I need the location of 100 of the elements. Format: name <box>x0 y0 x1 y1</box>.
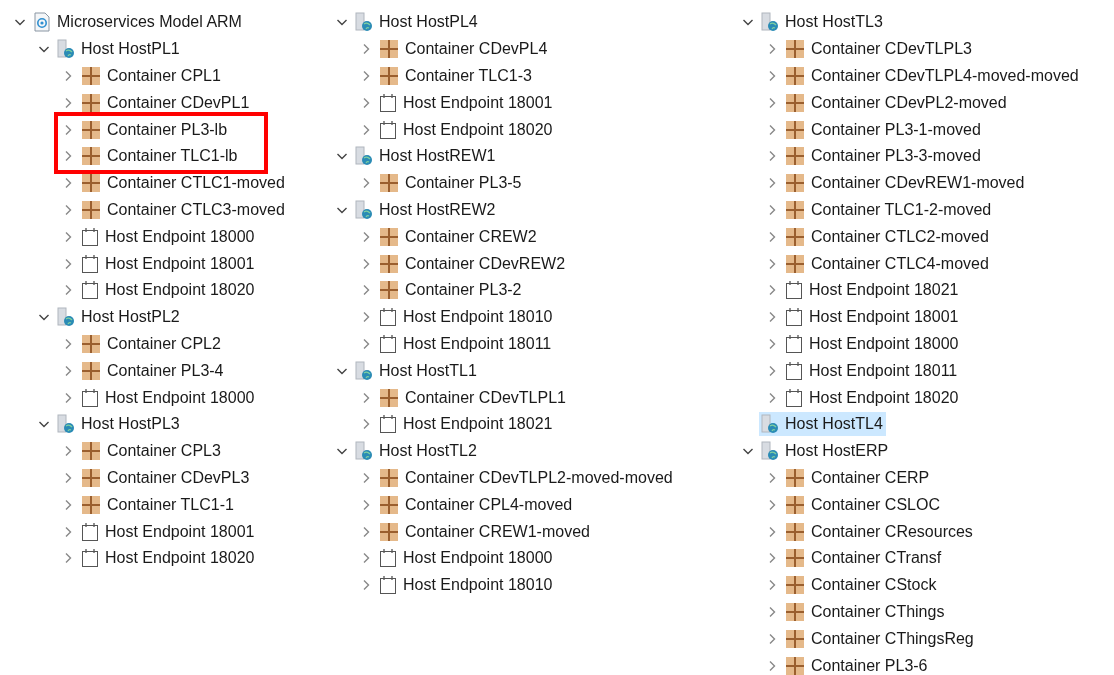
tree-item[interactable]: Host Endpoint 18010 <box>377 573 556 598</box>
tree-item[interactable]: Container CSLOC <box>783 492 943 517</box>
calendar-icon <box>81 387 99 408</box>
tree-item[interactable]: Host HostREW1 <box>353 144 499 169</box>
box-icon <box>785 39 805 60</box>
calendar-icon <box>379 414 397 435</box>
tree-item[interactable]: Host HostPL2 <box>55 305 183 330</box>
tree-item[interactable]: Container CDevTLPL2-moved-moved <box>377 465 676 490</box>
tree-item[interactable]: Container PL3-3-moved <box>783 144 984 169</box>
tree-item[interactable]: Container TLC1-2-moved <box>783 197 995 222</box>
tree-item[interactable]: Container CDevPL1 <box>79 90 253 115</box>
tree-item[interactable]: Container PL3-2 <box>377 278 525 303</box>
tree-item[interactable]: Host Endpoint 18001 <box>79 251 258 276</box>
box-icon <box>81 173 101 194</box>
tree-item[interactable]: Host Endpoint 18000 <box>79 224 258 249</box>
tree-item[interactable]: Container CTransf <box>783 546 945 571</box>
tree-item[interactable]: Container PL3-1-moved <box>783 117 984 142</box>
box-icon <box>379 387 399 408</box>
tree-item[interactable]: Container CTLC3-moved <box>79 197 288 222</box>
tree-item[interactable]: Container CDevTLPL3 <box>783 37 975 62</box>
calendar-icon <box>379 92 397 113</box>
tree-item[interactable]: Container CREW1-moved <box>377 519 593 544</box>
tree-item[interactable]: Host HostREW2 <box>353 197 499 222</box>
tree-item[interactable]: Container PL3-lb <box>79 117 231 142</box>
tree-item[interactable]: Container PL3-6 <box>783 653 931 675</box>
box-icon <box>785 521 805 542</box>
tree-item[interactable]: Host HostPL4 <box>353 10 481 35</box>
tree-item[interactable]: Microservices Model ARM <box>31 10 245 35</box>
tree-item[interactable]: Container CTLC2-moved <box>783 224 992 249</box>
tree-item[interactable]: Host HostTL4 <box>759 412 886 437</box>
box-icon <box>785 173 805 194</box>
tree-item[interactable]: Container CDevTLPL1 <box>377 385 569 410</box>
tree-item[interactable]: Host Endpoint 18020 <box>79 546 258 571</box>
tree-item[interactable]: Host Endpoint 18000 <box>79 385 258 410</box>
tree-item[interactable]: Container CDevTLPL4-moved-moved <box>783 64 1082 88</box>
tree-item[interactable]: Container CStock <box>783 573 940 598</box>
box-icon <box>785 92 805 113</box>
box-icon <box>379 66 399 86</box>
box-icon <box>785 253 805 274</box>
server-globe-icon <box>761 414 779 435</box>
calendar-icon <box>785 387 803 408</box>
calendar-icon <box>379 333 397 354</box>
tree-item[interactable]: Host Endpoint 18000 <box>377 546 556 571</box>
tree-item[interactable]: Container CDevPL3 <box>79 465 253 490</box>
tree-item[interactable]: Container CDevPL4 <box>377 37 551 62</box>
tree-item[interactable]: Host Endpoint 18010 <box>377 305 556 330</box>
tree-item[interactable]: Host HostPL1 <box>55 37 183 62</box>
tree-item[interactable]: Container TLC1-lb <box>79 144 241 169</box>
tree-item[interactable]: Host Endpoint 18001 <box>377 90 556 115</box>
tree-item[interactable]: Container CDevREW1-moved <box>783 171 1028 196</box>
calendar-icon <box>81 253 99 274</box>
tree-item[interactable]: Host HostPL3 <box>55 412 183 437</box>
tree-item[interactable]: Host Endpoint 18020 <box>377 117 556 142</box>
calendar-icon <box>379 119 397 140</box>
box-icon <box>81 119 101 140</box>
tree-item[interactable]: Host Endpoint 18021 <box>783 278 962 303</box>
tree-item[interactable]: Container TLC1-1 <box>79 492 237 517</box>
box-icon <box>785 494 805 515</box>
calendar-icon <box>379 307 397 328</box>
box-icon <box>379 521 399 542</box>
tree-item[interactable]: Container CERP <box>783 465 933 490</box>
box-icon <box>379 226 399 247</box>
tree-item[interactable]: Container CTLC4-moved <box>783 251 992 276</box>
tree-item[interactable]: Container PL3-4 <box>79 358 227 383</box>
calendar-icon <box>81 226 99 247</box>
calendar-icon <box>785 360 803 381</box>
tree-item[interactable]: Container CDevPL2-moved <box>783 90 1010 115</box>
box-icon <box>785 119 805 140</box>
tree-item[interactable]: Host HostTL2 <box>353 439 480 464</box>
calendar-icon <box>81 280 99 301</box>
tree-item[interactable]: Container CPL4-moved <box>377 492 576 517</box>
tree-item[interactable]: Host Endpoint 18001 <box>79 519 258 544</box>
tree-item[interactable]: Host HostTL3 <box>759 10 886 35</box>
server-globe-icon <box>355 360 373 381</box>
calendar-icon <box>379 548 397 569</box>
tree-item[interactable]: Container CPL3 <box>79 439 224 464</box>
tree-item[interactable]: Container TLC1-3 <box>377 64 535 88</box>
tree-item[interactable]: Host Endpoint 18011 <box>377 331 555 356</box>
tree-item[interactable]: Host HostERP <box>759 439 892 464</box>
tree-item[interactable]: Host Endpoint 18011 <box>783 358 961 383</box>
tree-item[interactable]: Host Endpoint 18020 <box>783 385 962 410</box>
tree-item[interactable]: Container CTLC1-moved <box>79 171 288 196</box>
server-globe-icon <box>57 414 75 435</box>
box-icon <box>379 173 399 194</box>
tree-item[interactable]: Host Endpoint 18000 <box>783 331 962 356</box>
box-icon <box>785 655 805 675</box>
box-icon <box>379 494 399 515</box>
tree-item[interactable]: Container CPL1 <box>79 64 224 88</box>
tree-item[interactable]: Container CThingsReg <box>783 626 977 651</box>
tree-item[interactable]: Host Endpoint 18021 <box>377 412 556 437</box>
tree-item[interactable]: Container CDevREW2 <box>377 251 569 276</box>
calendar-icon <box>81 548 99 569</box>
tree-item[interactable]: Host HostTL1 <box>353 358 480 383</box>
tree-item[interactable]: Container CResources <box>783 519 976 544</box>
tree-item[interactable]: Host Endpoint 18001 <box>783 305 962 330</box>
tree-item[interactable]: Container CThings <box>783 599 948 624</box>
tree-item[interactable]: Host Endpoint 18020 <box>79 278 258 303</box>
tree-item[interactable]: Container PL3-5 <box>377 171 525 196</box>
tree-item[interactable]: Container CREW2 <box>377 224 540 249</box>
tree-item[interactable]: Container CPL2 <box>79 331 224 356</box>
